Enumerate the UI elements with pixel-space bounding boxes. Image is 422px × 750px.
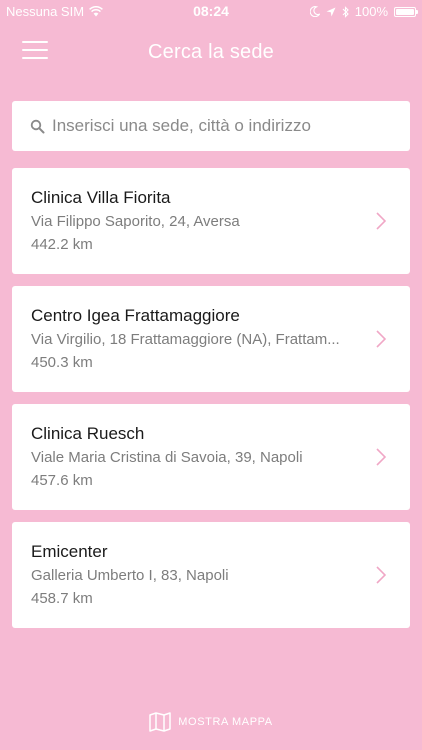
chevron-right-icon [376, 448, 386, 466]
status-right: 100% [309, 4, 418, 19]
location-card[interactable]: Centro Igea Frattamaggiore Via Virgilio,… [12, 286, 410, 392]
status-bar: Nessuna SIM 08:24 100% [0, 0, 422, 24]
battery-fill [396, 8, 414, 15]
show-map-button[interactable]: MOSTRA MAPPA [0, 712, 422, 732]
location-card[interactable]: Emicenter Galleria Umberto I, 83, Napoli… [12, 522, 410, 628]
map-icon [149, 712, 172, 732]
location-address: Via Filippo Saporito, 24, Aversa [31, 213, 240, 230]
location-arrow-icon [326, 7, 336, 16]
location-distance: 457.6 km [31, 472, 93, 489]
battery-percent: 100% [354, 4, 388, 19]
moon-icon [309, 6, 320, 17]
bluetooth-icon [342, 5, 349, 18]
location-card[interactable]: Clinica Villa Fiorita Via Filippo Sapori… [12, 168, 410, 274]
location-card[interactable]: Clinica Ruesch Viale Maria Cristina di S… [12, 404, 410, 510]
location-name: Emicenter [31, 542, 108, 561]
location-address: Galleria Umberto I, 83, Napoli [31, 567, 229, 584]
search-icon [30, 119, 45, 134]
chevron-right-icon [376, 212, 386, 230]
nav-bar: Cerca la sede [0, 24, 422, 84]
location-name: Clinica Ruesch [31, 424, 145, 443]
search-box[interactable] [12, 101, 410, 151]
location-distance: 458.7 km [31, 590, 93, 607]
location-address: Via Virgilio, 18 Frattamaggiore (NA), Fr… [31, 331, 340, 348]
search-input[interactable] [50, 101, 402, 151]
location-name: Clinica Villa Fiorita [31, 188, 171, 207]
chevron-right-icon [376, 330, 386, 348]
location-distance: 442.2 km [31, 236, 93, 253]
location-address: Viale Maria Cristina di Savoia, 39, Napo… [31, 449, 303, 466]
page-title: Cerca la sede [148, 41, 274, 63]
chevron-right-icon [376, 566, 386, 584]
show-map-label: MOSTRA MAPPA [178, 716, 273, 728]
location-name: Centro Igea Frattamaggiore [31, 306, 240, 325]
battery-icon [394, 6, 418, 17]
location-distance: 450.3 km [31, 354, 93, 371]
